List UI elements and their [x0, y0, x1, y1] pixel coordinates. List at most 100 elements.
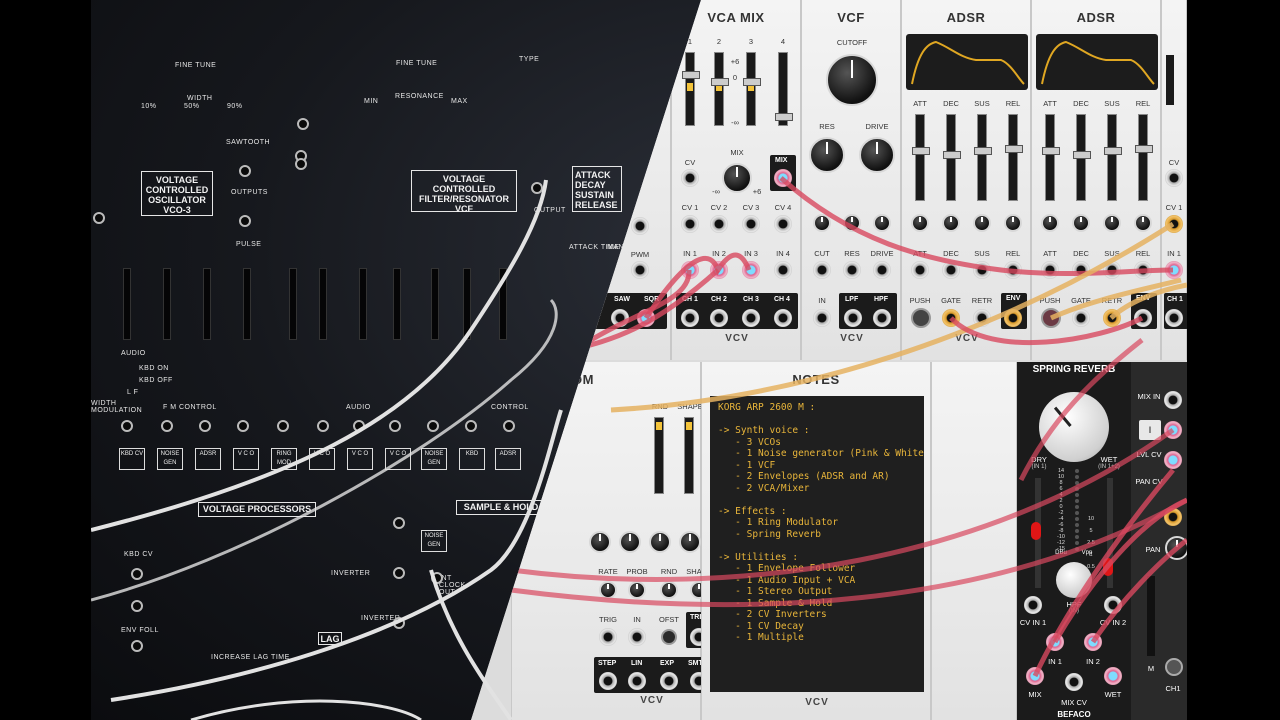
random-step-jack[interactable] [599, 672, 617, 690]
random-rnd-atten-knob[interactable] [660, 581, 678, 599]
arp-jack[interactable] [503, 420, 515, 432]
arp-jack[interactable] [131, 600, 143, 612]
arp-jack[interactable] [237, 420, 249, 432]
vca-in-jack-3[interactable] [742, 261, 760, 279]
adsr-sus-cv-jack[interactable] [973, 261, 991, 279]
mixer-mix-in-jack[interactable] [1164, 391, 1182, 409]
adsr-sus-atten-knob[interactable] [973, 214, 991, 232]
vcf-cut-cv-jack[interactable] [813, 261, 831, 279]
mixer-pan-knob[interactable] [1165, 536, 1187, 560]
arp-jack[interactable] [317, 420, 329, 432]
vco-right-in1-jack[interactable] [1165, 261, 1183, 279]
adsr-decay-slider[interactable] [943, 114, 961, 201]
adsr-attack-slider[interactable] [912, 114, 930, 201]
arp-slider-slot[interactable] [463, 268, 471, 340]
adsr-release-slider[interactable] [1135, 114, 1153, 201]
random-rate-knob[interactable] [619, 531, 641, 553]
arp-slider-slot[interactable] [393, 268, 401, 340]
reverb-cv-in2-jack[interactable] [1104, 596, 1122, 614]
adsr-retr-jack[interactable] [1103, 309, 1121, 327]
vco-right-cv-jack[interactable] [1165, 169, 1183, 187]
adsr-att-cv-jack[interactable] [1041, 261, 1059, 279]
adsr-retr-jack[interactable] [973, 309, 991, 327]
arp-slider-slot[interactable] [431, 268, 439, 340]
adsr-sus-atten-knob[interactable] [1103, 214, 1121, 232]
arp-jack[interactable] [531, 182, 543, 194]
random-rate-atten-knob[interactable] [599, 581, 617, 599]
adsr-rel-atten-knob[interactable] [1004, 214, 1022, 232]
adsr-sus-cv-jack[interactable] [1103, 261, 1121, 279]
arp-jack[interactable] [199, 420, 211, 432]
reverb-in1-jack[interactable] [1046, 633, 1064, 651]
vcf-drive-cv-jack[interactable] [873, 261, 891, 279]
vcf-drive-knob[interactable] [859, 137, 895, 173]
arp-jack[interactable] [297, 118, 309, 130]
vco-right-ch1-jack[interactable] [1165, 309, 1183, 327]
random-lin-jack[interactable] [628, 672, 646, 690]
arp-jack[interactable] [277, 420, 289, 432]
vca-level-slider-2[interactable] [711, 52, 729, 126]
mixer-lvl-cv-jack[interactable] [1164, 451, 1182, 469]
arp-jack[interactable] [393, 617, 405, 629]
arp-jack[interactable] [131, 640, 143, 652]
adsr-rel-atten-knob[interactable] [1134, 214, 1152, 232]
arp-slider-slot[interactable] [359, 268, 367, 340]
adsr-dec-cv-jack[interactable] [942, 261, 960, 279]
arp-jack[interactable] [427, 420, 439, 432]
reverb-mix-cv-jack[interactable] [1065, 673, 1083, 691]
reverb-mix-out-jack[interactable] [1026, 667, 1044, 685]
vcf-hpf-jack[interactable] [873, 309, 891, 327]
vca-level-slider-3[interactable] [743, 52, 761, 126]
adsr-gate-jack[interactable] [1072, 309, 1090, 327]
vca-mix-out-jack[interactable] [774, 169, 792, 187]
vca-in-jack-4[interactable] [774, 261, 792, 279]
random-rnd-knob[interactable] [679, 531, 701, 553]
arp-jack[interactable] [393, 567, 405, 579]
adsr-att-cv-jack[interactable] [911, 261, 929, 279]
vca-cv-jack-2[interactable] [710, 215, 728, 233]
random-extra-knob[interactable] [589, 531, 611, 553]
adsr-rel-cv-jack[interactable] [1004, 261, 1022, 279]
arp-slider-slot[interactable] [123, 268, 131, 340]
arp-jack[interactable] [393, 517, 405, 529]
vcf-in-jack[interactable] [813, 309, 831, 327]
random-prob-knob[interactable] [649, 531, 671, 553]
random-shape-slider[interactable] [684, 417, 694, 494]
arp-jack[interactable] [239, 165, 251, 177]
notes-text-area[interactable]: KORG ARP 2600 M : -> Synth voice : - 3 V… [710, 396, 924, 692]
arp-slider-slot[interactable] [319, 268, 327, 340]
vco-saw-jack[interactable] [611, 309, 629, 327]
random-trig-jack[interactable] [599, 628, 617, 646]
arp-jack[interactable] [295, 158, 307, 170]
reverb-hpf-knob[interactable] [1056, 562, 1092, 598]
adsr-push-button[interactable] [1041, 308, 1061, 328]
vco-right-slider[interactable] [1166, 55, 1174, 105]
vca-ch-out-jack-2[interactable] [710, 309, 728, 327]
vcf-cut-atten-knob[interactable] [813, 214, 831, 232]
adsr-gate-jack[interactable] [942, 309, 960, 327]
random-rnd-slider[interactable] [654, 417, 664, 494]
reverb-in2-jack[interactable] [1084, 633, 1102, 651]
vca-ch-out-jack-4[interactable] [774, 309, 792, 327]
reverb-wet-out-jack[interactable] [1104, 667, 1122, 685]
adsr-att-atten-knob[interactable] [1041, 214, 1059, 232]
arp-jack[interactable] [161, 420, 173, 432]
vcf-res-cv-jack[interactable] [843, 261, 861, 279]
arp-jack[interactable] [239, 215, 251, 227]
adsr-dec-cv-jack[interactable] [1072, 261, 1090, 279]
arp-jack[interactable] [131, 568, 143, 580]
arp-jack[interactable] [389, 420, 401, 432]
mixer-mute-button[interactable] [1165, 658, 1183, 676]
vcf-drive-atten-knob[interactable] [873, 214, 891, 232]
random-exp-jack[interactable] [660, 672, 678, 690]
adsr-attack-slider[interactable] [1042, 114, 1060, 201]
adsr-sustain-slider[interactable] [974, 114, 992, 201]
reverb-mix-knob[interactable] [1039, 392, 1109, 462]
vca-in-jack-1[interactable] [681, 261, 699, 279]
vca-level-slider-4[interactable] [775, 52, 793, 126]
arp-jack[interactable] [121, 420, 133, 432]
adsr-dec-atten-knob[interactable] [942, 214, 960, 232]
arp-jack[interactable] [93, 212, 105, 224]
random-prob-atten-knob[interactable] [628, 581, 646, 599]
arp-jack[interactable] [431, 572, 443, 584]
